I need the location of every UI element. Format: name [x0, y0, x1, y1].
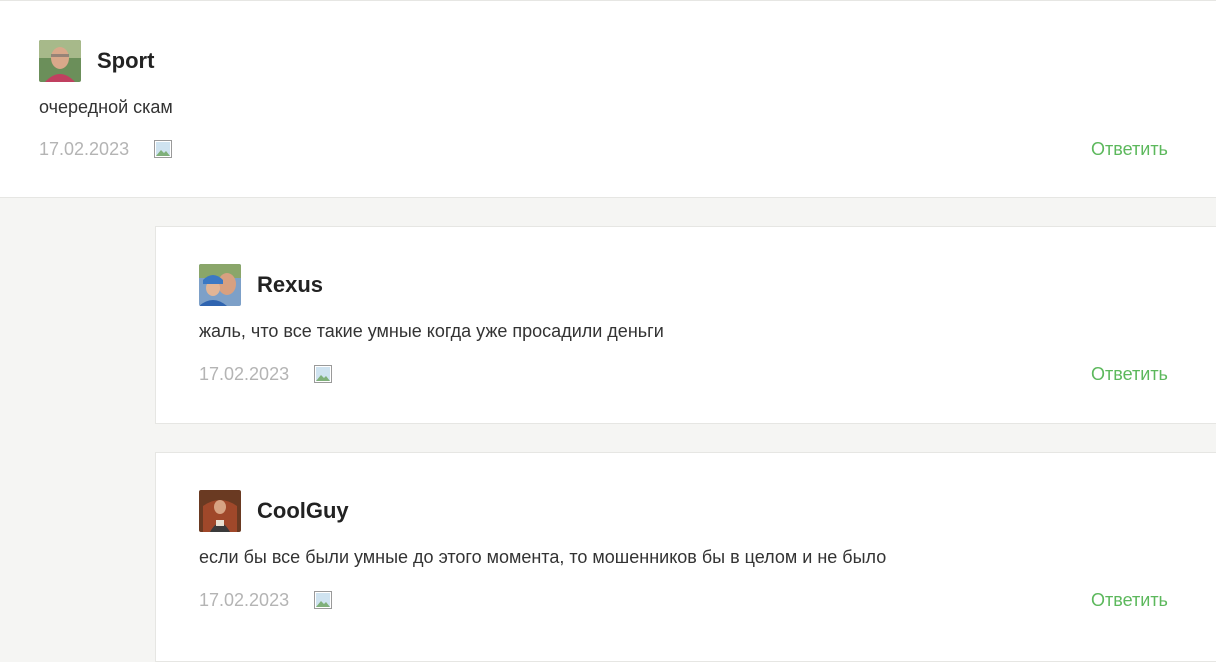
comment-author[interactable]: Rexus	[257, 272, 323, 298]
comment-text: если бы все были умные до этого момента,…	[199, 547, 887, 567]
comment-text: очередной скам	[39, 97, 173, 117]
comment-date: 17.02.2023	[39, 139, 130, 159]
user-avatar[interactable]	[39, 40, 81, 82]
user-avatar[interactable]	[199, 264, 241, 306]
comment-date: 17.02.2023	[199, 364, 290, 384]
comment-author[interactable]: Sport	[97, 48, 154, 74]
reply-button[interactable]: Ответить	[1091, 138, 1168, 160]
comment-author[interactable]: CoolGuy	[257, 498, 349, 524]
comment-card-reply: CoolGuy если бы все были умные до этого …	[155, 452, 1216, 662]
image-icon[interactable]	[154, 140, 172, 158]
reply-button[interactable]: Ответить	[1091, 363, 1168, 385]
comment-card: Sport очередной скам 17.02.2023 Ответить	[0, 0, 1216, 198]
user-avatar[interactable]	[199, 490, 241, 532]
image-icon[interactable]	[314, 365, 332, 383]
reply-button[interactable]: Ответить	[1091, 589, 1168, 611]
comment-date: 17.02.2023	[199, 590, 290, 610]
comment-card-reply: Rexus жаль, что все такие умные когда уж…	[155, 226, 1216, 424]
image-icon[interactable]	[314, 591, 332, 609]
comment-text: жаль, что все такие умные когда уже прос…	[199, 321, 664, 341]
